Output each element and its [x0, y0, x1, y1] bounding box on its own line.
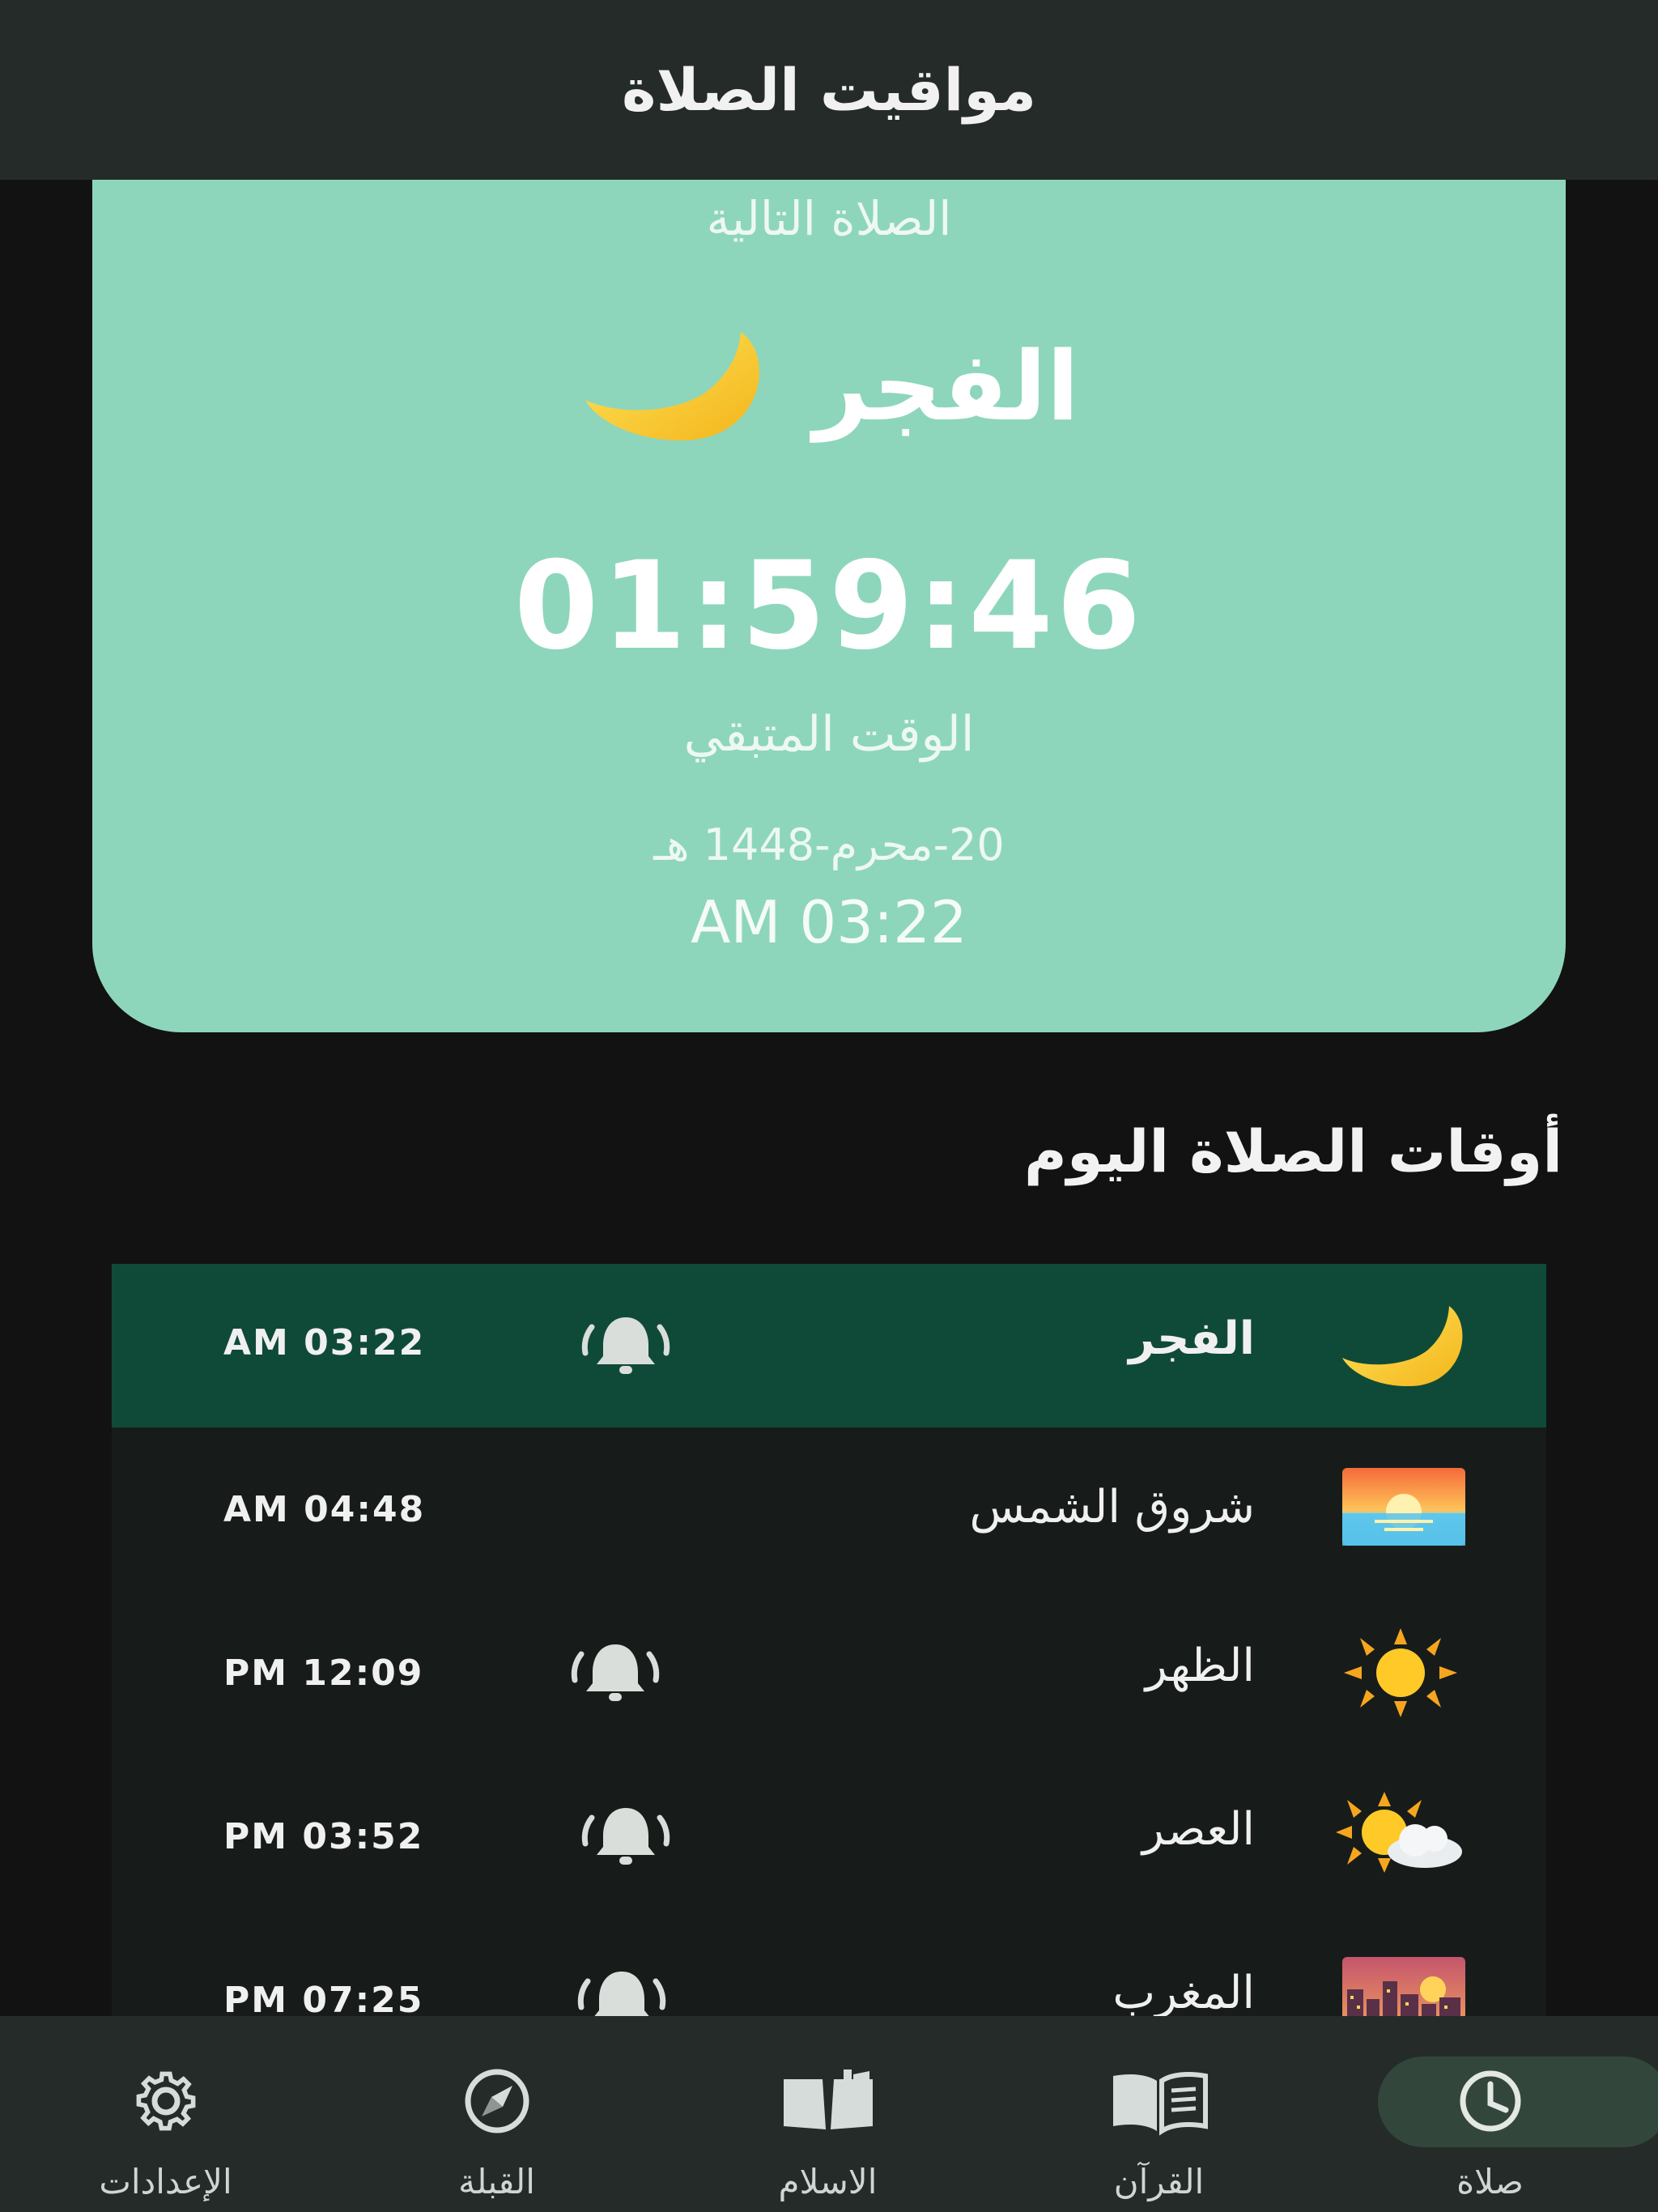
nav-label: صلاة	[1456, 2162, 1524, 2201]
top-app-bar: مواقيت الصلاة	[0, 0, 1658, 180]
page-title: مواقيت الصلاة	[621, 56, 1037, 124]
bottom-navigation: الإعدادات القبلة الاسلام القرآن صلاة	[0, 2016, 1658, 2212]
prayer-name: المغرب	[1112, 1967, 1255, 2019]
today-prayer-times-title: أوقات الصلاة اليوم	[1024, 1117, 1562, 1185]
nav-settings[interactable]: الإعدادات	[0, 2016, 331, 2212]
crescent-moon-icon	[1342, 1306, 1463, 1387]
nav-prayer[interactable]: صلاة	[1324, 2016, 1658, 2212]
nav-label: الإعدادات	[99, 2162, 232, 2201]
nav-label: القبلة	[458, 2162, 535, 2201]
nav-label: الاسلام	[778, 2162, 878, 2201]
prayer-name: الظهر	[1145, 1640, 1255, 1692]
prayer-time: PM 12:09	[223, 1653, 424, 1694]
alarm-bell-icon[interactable]	[577, 1309, 674, 1382]
prayer-name: شروق الشمس	[969, 1481, 1255, 1534]
prayer-name: الفجر	[1129, 1312, 1255, 1365]
open-book-icon	[783, 2069, 873, 2129]
prayer-time: AM 04:48	[223, 1489, 426, 1530]
countdown-timer: 01:59:46	[513, 536, 1145, 677]
sunrise-icon	[1342, 1468, 1465, 1546]
app-root: مواقيت الصلاة الصلاة التالية الفجر 01:59…	[0, 0, 1658, 2212]
next-prayer-name-row: الفجر	[92, 325, 1566, 447]
prayer-time: PM 07:25	[223, 1980, 424, 2021]
nav-label: القرآن	[1113, 2162, 1205, 2201]
next-prayer-name: الفجر	[813, 330, 1080, 442]
quran-book-icon	[1112, 2072, 1208, 2136]
hijri-date: 20-محرم-1448 هـ	[653, 819, 1005, 870]
prayer-times-list: الفجر AM 03:22 شروق الشمس AM 04:48 الظهر…	[112, 1264, 1546, 2074]
sun-icon	[1344, 1628, 1457, 1717]
sun-behind-cloud-icon	[1336, 1792, 1462, 1873]
prayer-row-dhuhr[interactable]: الظهر PM 12:09	[112, 1591, 1546, 1755]
next-prayer-label: الصلاة التالية	[706, 191, 952, 246]
nav-qibla[interactable]: القبلة	[331, 2016, 662, 2212]
prayer-row-sunrise[interactable]: شروق الشمس AM 04:48	[112, 1427, 1546, 1591]
crescent-moon-icon	[585, 332, 759, 441]
next-prayer-card: الصلاة التالية الفجر 01:59:46 الوقت المت…	[92, 180, 1566, 1032]
clock-icon	[1460, 2070, 1520, 2132]
compass-icon	[465, 2069, 529, 2133]
prayer-name: العصر	[1141, 1803, 1255, 1856]
prayer-row-fajr[interactable]: الفجر AM 03:22	[112, 1264, 1546, 1427]
prayer-time: AM 03:22	[223, 1322, 426, 1363]
nav-quran[interactable]: القرآن	[993, 2016, 1324, 2212]
remaining-time-label: الوقت المتبقي	[683, 706, 975, 763]
alarm-bell-icon[interactable]	[567, 1636, 664, 1709]
alarm-bell-icon[interactable]	[577, 1800, 674, 1873]
nav-islam[interactable]: الاسلام	[662, 2016, 993, 2212]
gear-icon	[136, 2071, 195, 2131]
prayer-time: PM 03:52	[223, 1816, 424, 1857]
prayer-row-asr[interactable]: العصر PM 03:52	[112, 1755, 1546, 1918]
next-prayer-time: AM 03:22	[691, 888, 967, 956]
